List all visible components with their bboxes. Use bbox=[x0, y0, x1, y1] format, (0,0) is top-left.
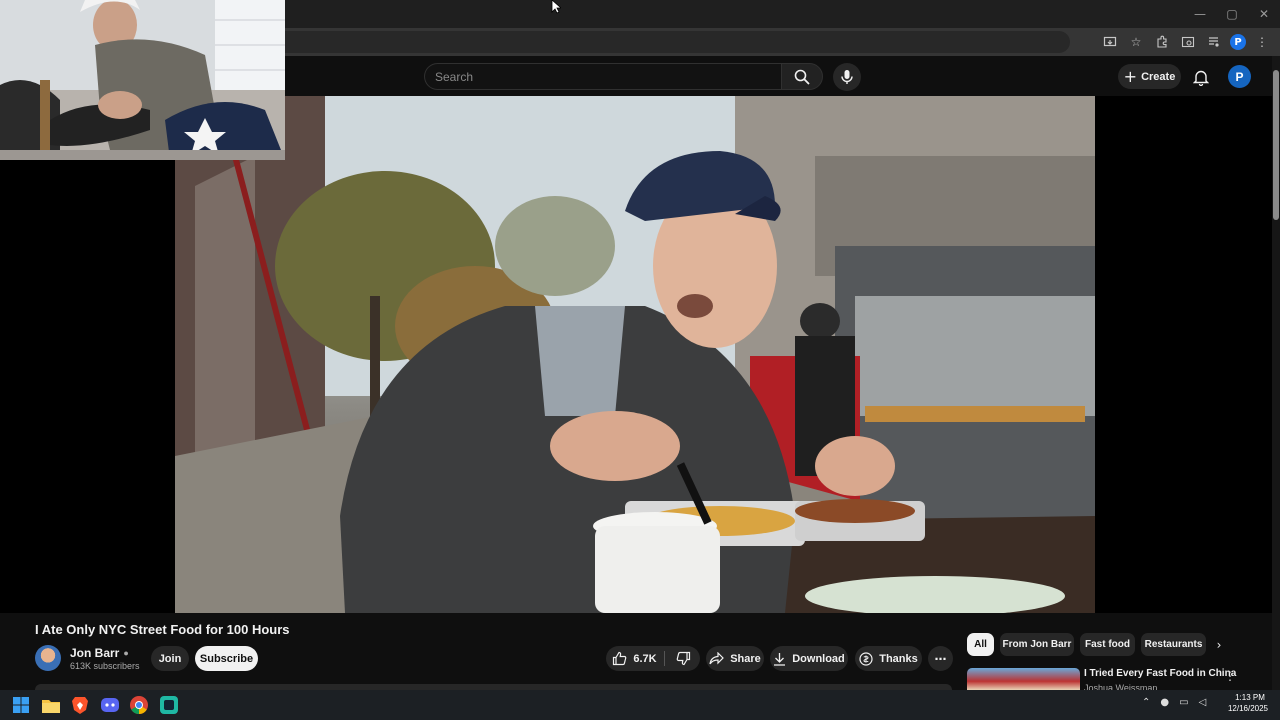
tab-search-icon[interactable] bbox=[1178, 32, 1198, 52]
browser-menu-icon[interactable]: ⋮ bbox=[1252, 32, 1272, 52]
search-icon bbox=[794, 69, 810, 85]
volume-icon[interactable]: ◁ bbox=[1199, 697, 1207, 708]
chrome-icon[interactable] bbox=[128, 694, 150, 716]
microphone-icon bbox=[841, 70, 853, 84]
like-button[interactable]: 6.7K bbox=[606, 646, 663, 671]
brave-icon[interactable] bbox=[69, 694, 91, 716]
create-label: Create bbox=[1141, 70, 1176, 83]
chevron-right-icon[interactable]: › bbox=[1209, 634, 1229, 656]
video-frame[interactable] bbox=[175, 96, 1095, 613]
voice-search-button[interactable] bbox=[833, 63, 861, 91]
share-icon bbox=[709, 652, 725, 665]
install-icon[interactable] bbox=[1100, 32, 1120, 52]
subscriber-count: 613K subscribers bbox=[70, 661, 140, 671]
webcam-image bbox=[0, 0, 285, 160]
thanks-label: Thanks bbox=[879, 652, 918, 665]
clock-time[interactable]: 1:13 PM bbox=[1226, 693, 1274, 702]
windows-start-icon[interactable] bbox=[10, 694, 32, 716]
notifications-button[interactable] bbox=[1190, 66, 1212, 88]
address-bar[interactable] bbox=[250, 31, 1070, 53]
file-explorer-icon[interactable] bbox=[40, 694, 62, 716]
mouse-cursor-icon bbox=[551, 0, 561, 14]
chip-all[interactable]: All bbox=[967, 633, 994, 656]
thanks-icon bbox=[859, 651, 873, 666]
plus-icon: + bbox=[1123, 67, 1138, 86]
channel-name-link[interactable]: Jon Barr ● bbox=[70, 646, 129, 660]
window-controls: — ▢ ✕ bbox=[1184, 0, 1280, 28]
share-button[interactable]: Share bbox=[706, 646, 764, 671]
verified-badge-icon: ● bbox=[123, 648, 129, 658]
clock-date[interactable]: 12/16/2025 bbox=[1222, 704, 1274, 713]
share-label: Share bbox=[730, 652, 761, 665]
network-icon[interactable]: ▭ bbox=[1179, 697, 1188, 708]
video-title: I Ate Only NYC Street Food for 100 Hours bbox=[35, 622, 290, 637]
media-icon[interactable] bbox=[1204, 32, 1224, 52]
more-actions-button[interactable]: ⋯ bbox=[928, 646, 953, 671]
like-count: 6.7K bbox=[633, 652, 657, 665]
more-icon: ⋯ bbox=[934, 651, 947, 666]
app-icon[interactable] bbox=[158, 694, 180, 716]
download-label: Download bbox=[792, 652, 845, 665]
close-window-button[interactable]: ✕ bbox=[1248, 0, 1280, 28]
webcam-overlay bbox=[0, 0, 285, 160]
search-box[interactable] bbox=[424, 63, 782, 90]
dislike-button[interactable] bbox=[666, 646, 700, 671]
join-button[interactable]: Join bbox=[151, 646, 189, 671]
tray-overflow-icon[interactable]: ⌃ bbox=[1142, 697, 1150, 708]
chip-fast-food[interactable]: Fast food bbox=[1080, 633, 1135, 656]
bell-icon bbox=[1193, 70, 1209, 86]
download-button[interactable]: Download bbox=[770, 646, 848, 671]
star-icon[interactable]: ☆ bbox=[1126, 32, 1146, 52]
channel-avatar[interactable] bbox=[35, 645, 61, 671]
create-button[interactable]: + Create bbox=[1118, 64, 1181, 89]
thanks-button[interactable]: Thanks bbox=[855, 646, 922, 671]
minimize-button[interactable]: — bbox=[1184, 0, 1216, 28]
windows-taskbar bbox=[0, 690, 1280, 720]
extensions-icon[interactable] bbox=[1152, 32, 1172, 52]
system-tray: ⌃ ● ▭ ◁ bbox=[1142, 697, 1206, 708]
scrollbar-thumb[interactable] bbox=[1273, 70, 1279, 220]
microphone-tray-icon[interactable]: ● bbox=[1160, 697, 1169, 708]
recommended-title[interactable]: I Tried Every Fast Food in China bbox=[1084, 668, 1236, 679]
thumbs-up-icon bbox=[613, 651, 627, 666]
subscribe-button[interactable]: Subscribe bbox=[195, 646, 258, 671]
chip-restaurants[interactable]: Restaurants bbox=[1141, 633, 1206, 656]
maximize-button[interactable]: ▢ bbox=[1216, 0, 1248, 28]
download-icon bbox=[774, 652, 786, 666]
recommended-menu-icon[interactable]: ⋮ bbox=[1224, 668, 1236, 684]
recommended-thumbnail[interactable] bbox=[967, 668, 1080, 690]
video-scene-image bbox=[175, 96, 1095, 613]
channel-name: Jon Barr bbox=[70, 646, 120, 660]
browser-toolbar-icons: ☆ P ⋮ bbox=[1100, 32, 1272, 52]
browser-profile-avatar[interactable]: P bbox=[1230, 34, 1246, 50]
chip-from-channel[interactable]: From Jon Barr bbox=[1000, 633, 1074, 656]
like-divider bbox=[664, 651, 665, 666]
search-input[interactable] bbox=[435, 69, 782, 84]
account-avatar[interactable]: P bbox=[1228, 65, 1251, 88]
search-button[interactable] bbox=[781, 63, 823, 90]
discord-icon[interactable] bbox=[99, 694, 121, 716]
thumbs-down-icon bbox=[676, 651, 690, 666]
